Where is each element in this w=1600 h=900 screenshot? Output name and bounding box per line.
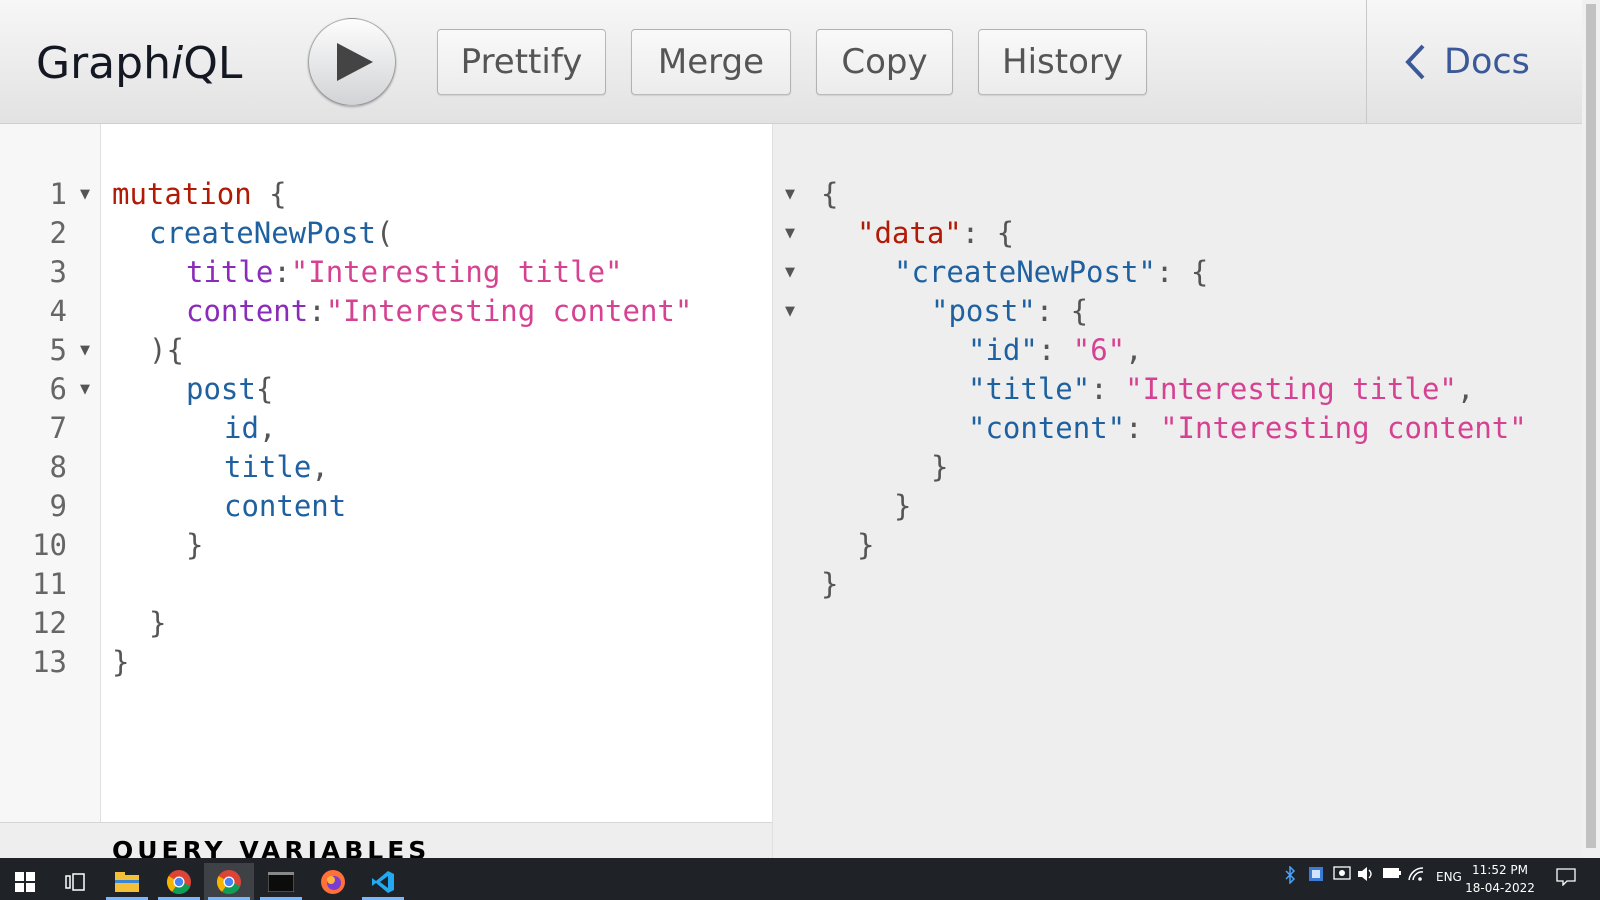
input-language[interactable]: ENG <box>1436 870 1462 884</box>
fold-marker-icon[interactable]: ▼ <box>785 214 795 253</box>
code-line: ){ <box>149 333 184 367</box>
line-number: 11 <box>32 567 67 601</box>
line-number: 4 <box>49 294 67 328</box>
fold-marker-icon[interactable]: ▼ <box>785 175 795 214</box>
battery-icon[interactable] <box>1382 866 1402 883</box>
app-title: GraphiQL <box>36 38 243 89</box>
code-line: content:"Interesting content" <box>186 294 693 328</box>
terminal-icon[interactable] <box>256 863 306 900</box>
line-number: 7 <box>49 411 67 445</box>
line-number: 13 <box>32 645 67 679</box>
clock[interactable]: 11:52 PM 18-04-2022 <box>1460 861 1540 897</box>
line-number: 3 <box>49 255 67 289</box>
vscode-icon[interactable] <box>358 863 408 900</box>
clock-time: 11:52 PM <box>1472 863 1528 877</box>
result-line: } <box>821 567 839 601</box>
result-line: "post": { <box>931 294 1089 328</box>
notifications-icon[interactable] <box>1556 868 1576 889</box>
result-line: } <box>857 528 875 562</box>
result-line: } <box>931 450 949 484</box>
graphiql-app: GraphiQL Prettify Merge Copy History Doc… <box>0 0 1582 858</box>
line-number: 5 <box>49 333 67 367</box>
result-line: } <box>894 489 912 523</box>
code-line: content <box>224 489 347 523</box>
task-view-icon[interactable] <box>50 863 100 900</box>
toolbar-divider <box>1366 0 1367 123</box>
docs-label: Docs <box>1444 42 1530 82</box>
windows-taskbar: ENG 11:52 PM 18-04-2022 <box>0 858 1600 900</box>
query-editor[interactable]: 1 2 3 4 5 6 7 8 9 10 11 12 13 ▼ ▼ ▼ muta… <box>0 124 772 822</box>
firefox-icon[interactable] <box>308 863 358 900</box>
fold-marker-icon[interactable]: ▼ <box>785 253 795 292</box>
code-line: } <box>149 606 167 640</box>
code-line: title:"Interesting title" <box>186 255 623 289</box>
code-line: } <box>186 528 204 562</box>
line-number: 12 <box>32 606 67 640</box>
code-line: } <box>112 645 130 679</box>
result-viewer: { "data": { "createNewPost": { "post": {… <box>808 124 1582 858</box>
chrome-icon[interactable] <box>154 863 204 900</box>
code-line: mutation { <box>112 177 287 211</box>
network-adapter-icon[interactable] <box>1308 866 1324 885</box>
toolbar: GraphiQL Prettify Merge Copy History Doc… <box>0 0 1582 124</box>
play-icon <box>337 43 373 81</box>
volume-icon[interactable] <box>1357 866 1375 885</box>
chrome-icon[interactable] <box>204 863 254 900</box>
line-number: 10 <box>32 528 67 562</box>
file-explorer-icon[interactable] <box>102 863 152 900</box>
line-number: 1 <box>49 177 67 211</box>
line-number: 9 <box>49 489 67 523</box>
result-line: "content": "Interesting content" <box>968 411 1527 445</box>
fold-marker-icon[interactable]: ▼ <box>80 331 90 370</box>
result-line: "data": { <box>857 216 1015 250</box>
line-number: 2 <box>49 216 67 250</box>
security-icon[interactable] <box>1333 866 1351 885</box>
prettify-button[interactable]: Prettify <box>437 29 606 95</box>
line-gutter: 1 2 3 4 5 6 7 8 9 10 11 12 13 ▼ ▼ ▼ <box>0 124 101 822</box>
scrollbar-thumb[interactable] <box>1586 4 1596 848</box>
code-line: title, <box>224 450 329 484</box>
docs-button[interactable]: Docs <box>1404 42 1530 82</box>
result-line: "createNewPost": { <box>894 255 1209 289</box>
history-button[interactable]: History <box>978 29 1147 95</box>
result-line: { <box>821 177 839 211</box>
fold-marker-icon[interactable]: ▼ <box>80 175 90 214</box>
result-line: "id": "6", <box>968 333 1143 367</box>
line-number: 6 <box>49 372 67 406</box>
code-line: post{ <box>186 372 274 406</box>
fold-marker-icon[interactable]: ▼ <box>785 292 795 331</box>
bluetooth-icon[interactable] <box>1284 865 1296 887</box>
code-line: id, <box>224 411 277 445</box>
merge-button[interactable]: Merge <box>631 29 791 95</box>
query-variables-header[interactable]: QUERY VARIABLES <box>0 822 772 858</box>
page-scrollbar[interactable] <box>1582 0 1600 858</box>
code-line: createNewPost( <box>149 216 394 250</box>
wifi-icon[interactable] <box>1407 866 1425 885</box>
fold-marker-icon[interactable]: ▼ <box>80 370 90 409</box>
line-number: 8 <box>49 450 67 484</box>
result-line: "title": "Interesting title", <box>968 372 1475 406</box>
execute-query-button[interactable] <box>308 18 396 106</box>
copy-button[interactable]: Copy <box>816 29 953 95</box>
windows-start-icon[interactable] <box>0 863 50 900</box>
clock-date: 18-04-2022 <box>1465 881 1535 895</box>
query-variables-title: QUERY VARIABLES <box>112 836 431 858</box>
chevron-left-icon <box>1405 44 1425 80</box>
